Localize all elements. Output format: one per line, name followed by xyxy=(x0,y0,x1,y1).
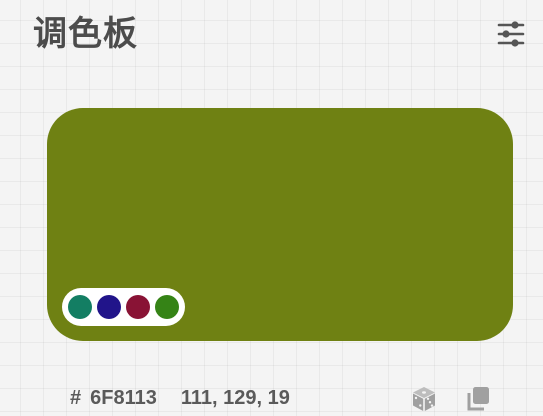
hex-value[interactable]: 6F8113 xyxy=(90,387,157,410)
dice-icon xyxy=(413,387,435,411)
palette-swatch-4[interactable] xyxy=(155,295,179,319)
settings-button[interactable] xyxy=(495,20,527,48)
color-info-row: # 6F8113 111, 129, 19 xyxy=(70,384,290,412)
rgb-value[interactable]: 111, 129, 19 xyxy=(181,387,290,410)
palette-strip xyxy=(62,288,185,326)
palette-swatch-2[interactable] xyxy=(97,295,121,319)
copy-icon xyxy=(467,387,489,411)
palette-swatch-3[interactable] xyxy=(126,295,150,319)
copy-color-button[interactable] xyxy=(465,386,491,412)
color-preview-card[interactable] xyxy=(47,108,513,341)
tune-sliders-icon xyxy=(497,21,525,47)
palette-swatch-1[interactable] xyxy=(68,295,92,319)
page-title: 调色板 xyxy=(33,14,138,54)
random-color-button[interactable] xyxy=(411,386,437,412)
hex-hash-symbol: # xyxy=(70,386,82,409)
